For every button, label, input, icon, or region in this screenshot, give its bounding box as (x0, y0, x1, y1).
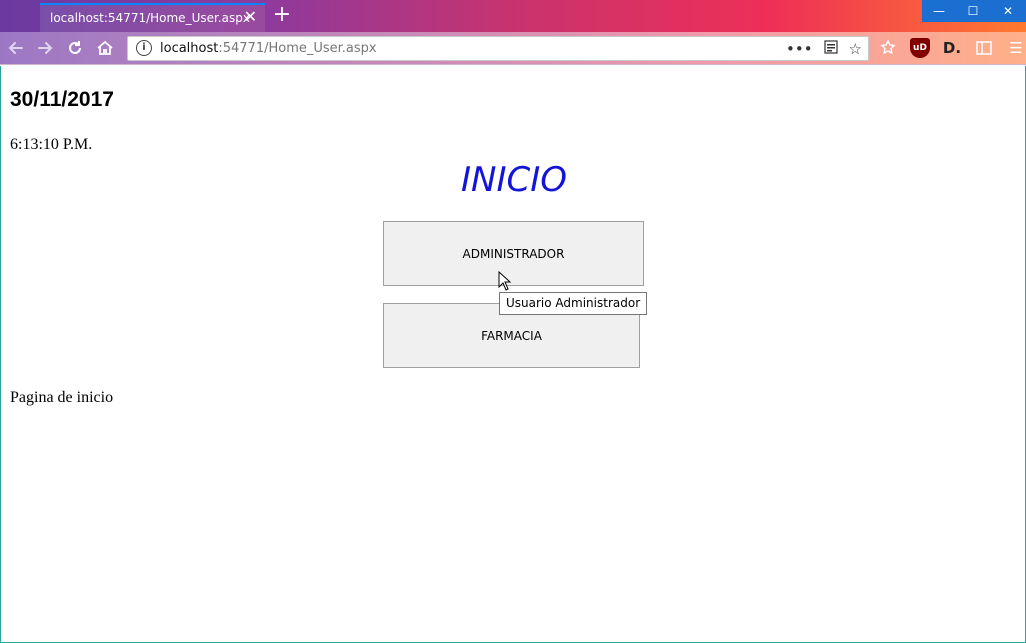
url-actions: ••• ☆ (786, 39, 862, 59)
bookmark-star-icon[interactable]: ☆ (849, 40, 862, 58)
menu-icon[interactable]: ☰ (1006, 38, 1026, 58)
toolbar-right: uD D. ☰ (878, 38, 1026, 58)
time-label: 6:13:10 P.M. (10, 136, 93, 153)
url-host: localhost (160, 41, 219, 56)
administrador-button-label: ADMINISTRADOR (462, 246, 565, 261)
maximize-icon[interactable]: ☐ (956, 0, 990, 22)
reader-icon[interactable] (823, 39, 839, 59)
minimize-icon[interactable]: — (922, 0, 956, 22)
administrador-button[interactable]: ADMINISTRADOR (383, 221, 644, 286)
url-bar[interactable]: i localhost:54771/Home_User.aspx ••• ☆ (127, 36, 869, 61)
browser-titlebar: localhost:54771/Home_User.aspx ✕ + — ☐ ✕ (0, 0, 1026, 32)
farmacia-button-label: FARMACIA (481, 328, 542, 343)
tooltip: Usuario Administrador (499, 292, 648, 315)
back-icon[interactable] (6, 38, 26, 58)
more-icon[interactable]: ••• (786, 40, 813, 58)
ublock-icon[interactable]: uD (910, 38, 930, 58)
footer-text: Pagina de inicio (10, 389, 114, 406)
browser-navbar: i localhost:54771/Home_User.aspx ••• ☆ u… (0, 32, 1026, 65)
window-close-icon[interactable]: ✕ (990, 0, 1026, 22)
date-heading: 30/11/2017 (10, 88, 114, 111)
tab-title: localhost:54771/Home_User.aspx (50, 11, 250, 25)
tab-close-icon[interactable]: ✕ (244, 9, 257, 25)
new-tab-icon[interactable]: + (272, 4, 292, 26)
forward-icon[interactable] (35, 38, 55, 58)
library-icon[interactable] (878, 38, 898, 58)
mouse-cursor-icon (498, 271, 512, 291)
extension-icon[interactable]: D. (942, 38, 962, 58)
url-path: :54771/Home_User.aspx (218, 41, 377, 56)
home-icon[interactable] (95, 38, 115, 58)
info-icon[interactable]: i (136, 40, 152, 56)
reload-icon[interactable] (65, 38, 85, 58)
url-text[interactable]: localhost:54771/Home_User.aspx (160, 41, 377, 56)
page-content: 30/11/2017 6:13:10 P.M. INICIO ADMINISTR… (0, 66, 1026, 643)
browser-tab[interactable]: localhost:54771/Home_User.aspx ✕ (40, 3, 265, 32)
window-controls: — ☐ ✕ (922, 0, 1026, 22)
sidebar-icon[interactable] (974, 38, 994, 58)
page-title: INICIO (460, 160, 568, 200)
